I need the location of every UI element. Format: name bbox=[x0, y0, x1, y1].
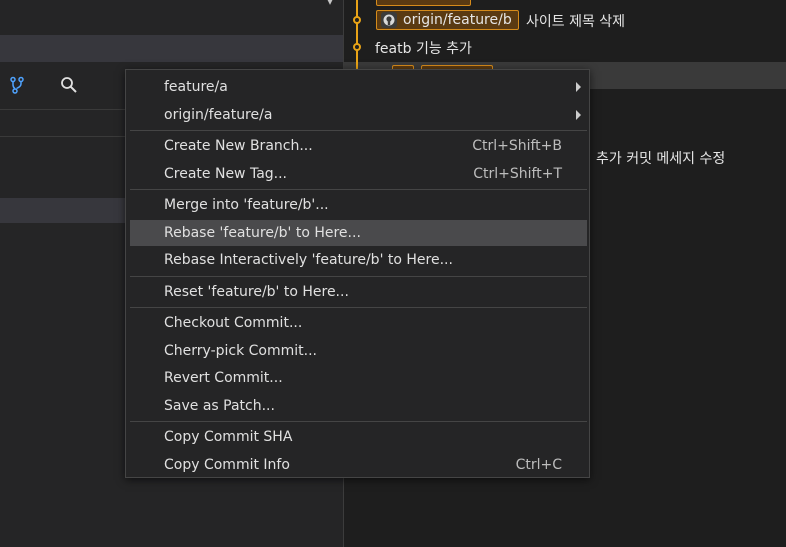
menu-item-label: Rebase Interactively 'feature/b' to Here… bbox=[164, 252, 453, 268]
menu-item-shortcut: Ctrl+Shift+T bbox=[473, 165, 562, 182]
menu-separator bbox=[130, 189, 587, 190]
search-icon[interactable] bbox=[58, 74, 80, 96]
menu-item-create-new-tag[interactable]: Create New Tag... Ctrl+Shift+T bbox=[130, 161, 587, 187]
menu-item-copy-commit-info[interactable]: Copy Commit Info Ctrl+C bbox=[130, 452, 587, 478]
menu-item-origin-feature-a[interactable]: origin/feature/a bbox=[130, 102, 587, 128]
menu-item-label: Cherry-pick Commit... bbox=[164, 342, 317, 359]
menu-item-label: Create New Branch... bbox=[164, 138, 313, 154]
chevron-right-icon bbox=[576, 82, 581, 92]
menu-item-label: Revert Commit... bbox=[164, 370, 283, 386]
commit-message[interactable]: featb 기능 추가 bbox=[375, 38, 472, 58]
menu-item-copy-commit-sha[interactable]: Copy Commit SHA bbox=[130, 424, 587, 450]
menu-item-shortcut: Ctrl+Shift+B bbox=[472, 138, 562, 154]
menu-item-rebase-feature-b-to-here[interactable]: Rebase 'feature/b' to Here... bbox=[130, 219, 587, 246]
menu-item-label: Save as Patch... bbox=[164, 397, 275, 414]
commit-message[interactable]: 사이트 제목 삭제 bbox=[526, 11, 625, 31]
menu-item-label: Reset 'feature/b' to Here... bbox=[164, 283, 349, 300]
graph-branch-line bbox=[356, 0, 358, 80]
commit-message[interactable]: 추가 커밋 메세지 수정 bbox=[596, 148, 725, 168]
menu-item-shortcut: Ctrl+C bbox=[515, 456, 562, 473]
menu-item-feature-a[interactable]: feature/a bbox=[130, 74, 587, 100]
menu-separator bbox=[130, 275, 587, 277]
menu-item-create-new-branch[interactable]: Create New Branch... Ctrl+Shift+B bbox=[130, 133, 587, 159]
ref-label-text: origin/feature/b bbox=[403, 12, 512, 28]
menu-separator bbox=[130, 421, 587, 422]
menu-item-checkout-commit[interactable]: Checkout Commit... bbox=[130, 310, 587, 336]
menu-item-label: Create New Tag... bbox=[164, 165, 288, 182]
context-menu: feature/a origin/feature/a Create New Bran… bbox=[125, 69, 590, 478]
menu-item-revert-commit[interactable]: Revert Commit... bbox=[130, 365, 587, 391]
ref-label[interactable]: origin/feature/b bbox=[376, 10, 519, 30]
menu-item-label: Copy Commit SHA bbox=[164, 429, 293, 445]
side-panel-section-header[interactable] bbox=[0, 35, 343, 62]
menu-item-rebase-interactively-feature-b-to-here[interactable]: Rebase Interactively 'feature/b' to Here… bbox=[130, 247, 587, 273]
chevron-down-icon[interactable]: ▾ bbox=[327, 0, 333, 8]
menu-item-label: feature/a bbox=[164, 79, 228, 95]
menu-item-label: Merge into 'feature/b'... bbox=[164, 197, 329, 213]
branch-icon[interactable] bbox=[6, 74, 28, 96]
menu-item-cherry-pick-commit[interactable]: Cherry-pick Commit... bbox=[130, 338, 587, 364]
commit-node[interactable] bbox=[353, 43, 361, 51]
chevron-right-icon bbox=[576, 109, 581, 120]
github-icon bbox=[381, 12, 397, 28]
menu-separator bbox=[130, 307, 587, 308]
side-panel-top bbox=[0, 0, 343, 35]
menu-item-save-as-patch[interactable]: Save as Patch... bbox=[130, 393, 587, 419]
menu-item-label: Rebase 'feature/b' to Here... bbox=[164, 224, 361, 241]
menu-separator bbox=[130, 130, 587, 131]
menu-item-label: Copy Commit Info bbox=[164, 456, 290, 473]
menu-item-label: origin/feature/a bbox=[164, 106, 273, 123]
ref-label-partial[interactable] bbox=[376, 0, 471, 6]
menu-item-label: Checkout Commit... bbox=[164, 315, 303, 331]
menu-item-merge-into-feature-b[interactable]: Merge into 'feature/b'... bbox=[130, 192, 587, 218]
menu-item-reset-feature-b-to-here[interactable]: Reset 'feature/b' to Here... bbox=[130, 279, 587, 305]
commit-node[interactable] bbox=[353, 16, 361, 24]
